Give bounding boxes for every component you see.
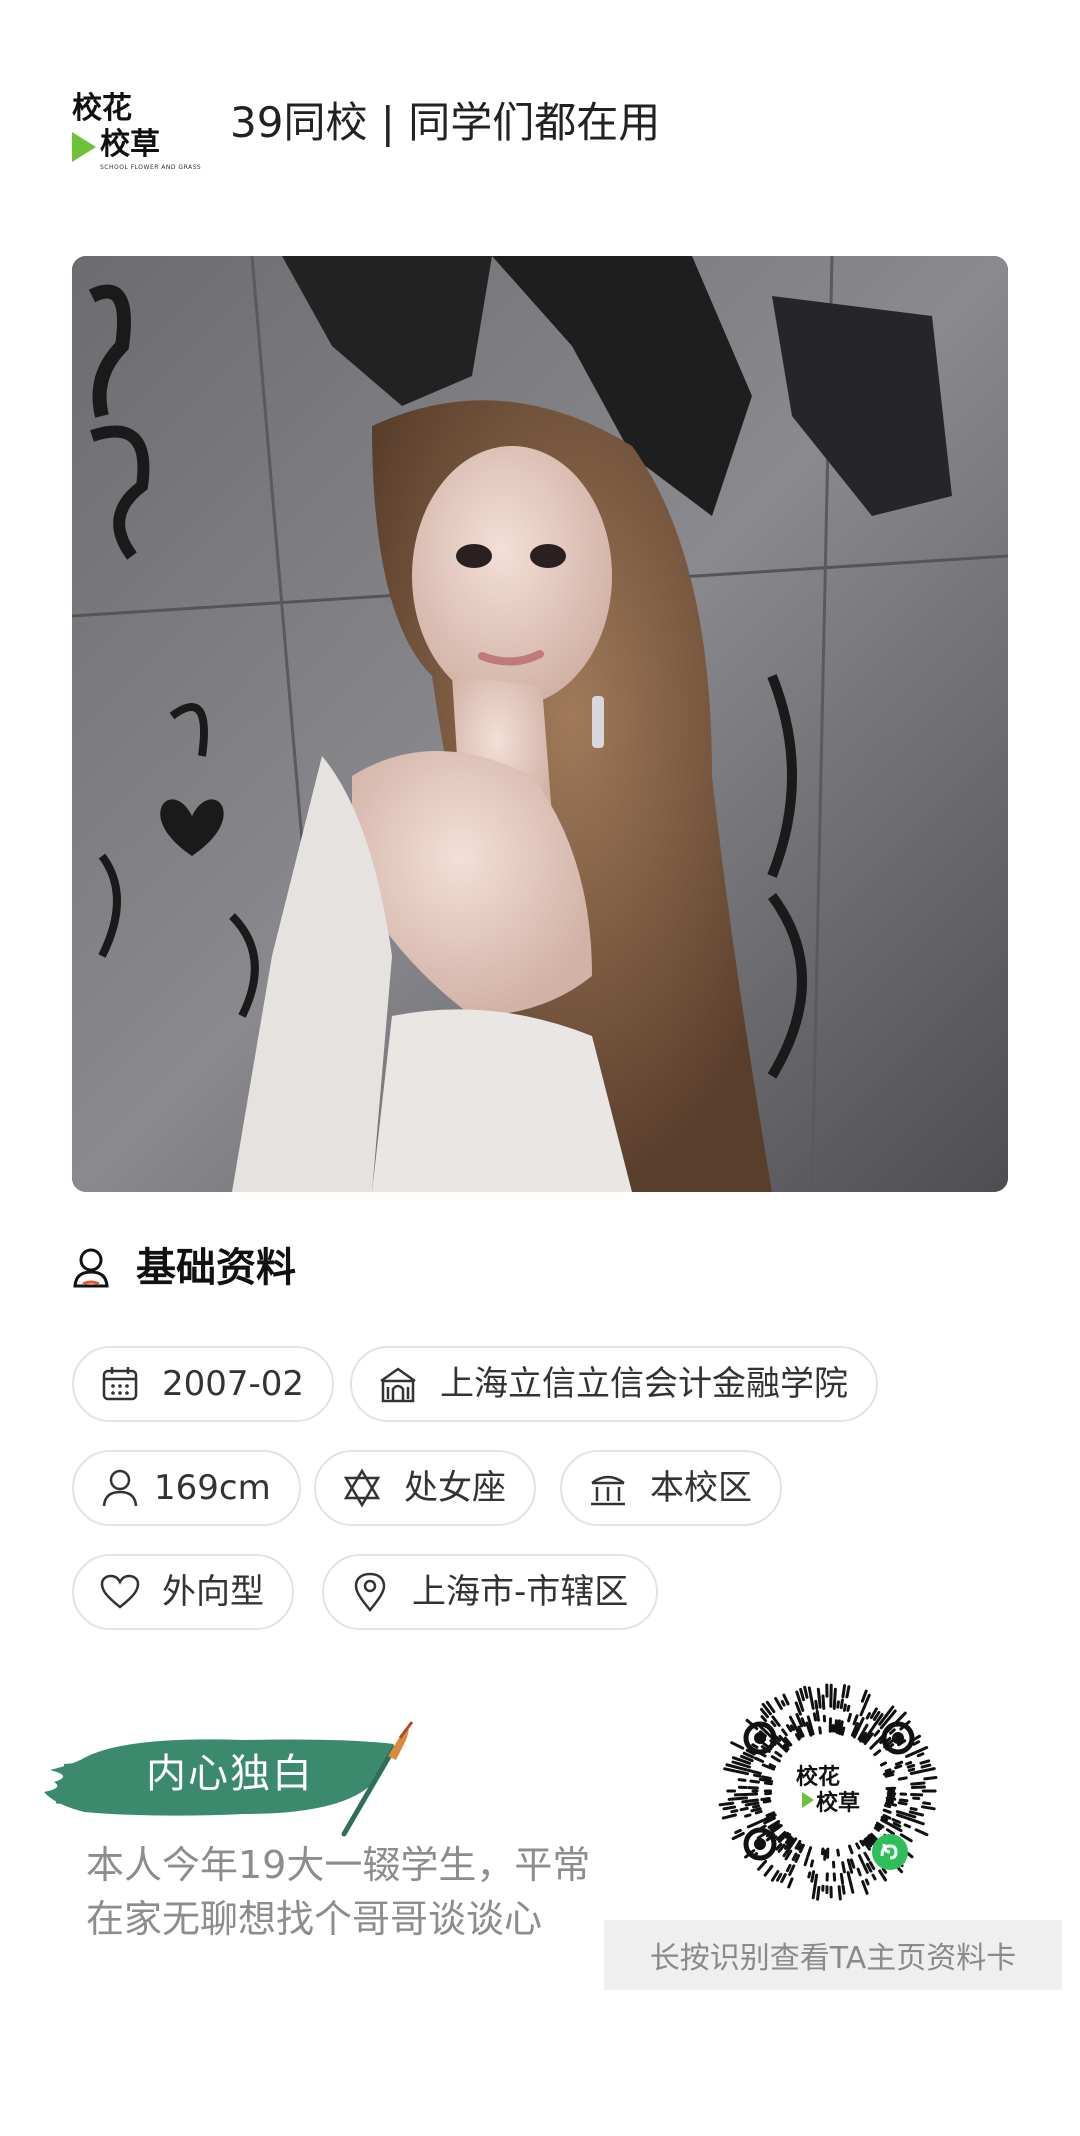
tag-text: 本校区	[650, 1468, 752, 1508]
header-title: 39同校 | 同学们都在用	[230, 98, 661, 147]
monologue-banner: 内心独白	[44, 1718, 424, 1838]
qr-logo-line2: 校草	[816, 1790, 860, 1816]
tag-school: 上海立信立信会计金融学院	[350, 1346, 878, 1422]
monologue-title: 内心独白	[146, 1751, 314, 1797]
mini-program-badge-icon	[872, 1834, 908, 1870]
qr-logo-line1: 校花	[796, 1764, 840, 1790]
profile-photo[interactable]	[72, 256, 1008, 1192]
basic-info-heading: 基础资料	[72, 1238, 672, 1298]
tag-location: 上海市-市辖区	[322, 1554, 659, 1630]
heart-icon	[100, 1572, 140, 1612]
tag-text: 外向型	[162, 1572, 264, 1612]
monologue-text: 本人今年19大一辍学生，平常 在家无聊想找个哥哥谈谈心	[86, 1838, 626, 1946]
tag-height: 169cm	[72, 1450, 301, 1526]
app-logo: 校花 校草 SCHOOL FLOWER AND GRASS	[70, 88, 202, 178]
tag-text: 169cm	[154, 1468, 271, 1508]
tag-personality: 外向型	[72, 1554, 294, 1630]
person-icon	[100, 1468, 140, 1508]
monologue-line: 本人今年19大一辍学生，平常	[86, 1843, 591, 1887]
mini-program-code[interactable]: 校花 校草	[718, 1680, 940, 1902]
person-icon	[72, 1246, 110, 1290]
tag-zodiac: 处女座	[314, 1450, 536, 1526]
logo-tagline: SCHOOL FLOWER AND GRASS	[100, 164, 202, 171]
campus-gate-icon	[588, 1468, 628, 1508]
qr-caption: 长按识别查看TA主页资料卡	[604, 1920, 1062, 1990]
star-of-david-icon	[342, 1468, 382, 1508]
tag-text: 上海市-市辖区	[412, 1572, 629, 1612]
tag-text: 处女座	[404, 1468, 506, 1508]
tag-text: 上海立信立信会计金融学院	[440, 1364, 848, 1404]
tag-birthdate: 2007-02	[72, 1346, 335, 1422]
basic-info-title: 基础资料	[136, 1245, 296, 1291]
play-icon	[72, 132, 96, 162]
calendar-icon	[100, 1364, 140, 1404]
location-pin-icon	[350, 1572, 390, 1612]
school-building-icon	[378, 1364, 418, 1404]
monologue-line: 在家无聊想找个哥哥谈谈心	[86, 1897, 543, 1941]
tag-campus: 本校区	[560, 1450, 782, 1526]
tag-text: 2007-02	[162, 1364, 305, 1404]
logo-text-line1: 校花	[72, 91, 132, 126]
logo-text-line2: 校草	[100, 127, 160, 162]
app-header: 校花 校草 SCHOOL FLOWER AND GRASS 39同校 | 同学们…	[70, 82, 1010, 182]
